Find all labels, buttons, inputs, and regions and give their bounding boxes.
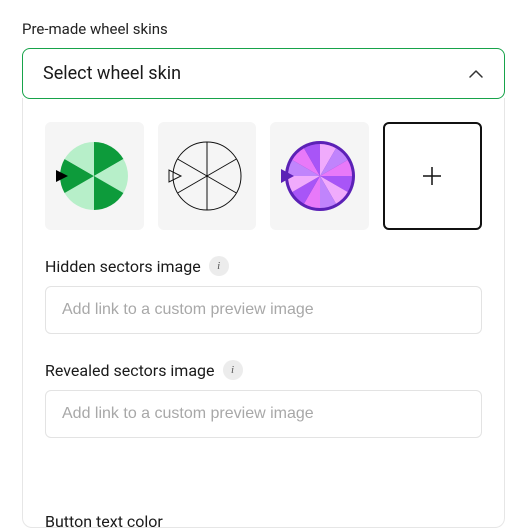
wheel-skin-option-purple[interactable]	[270, 122, 369, 230]
info-icon[interactable]: i	[223, 360, 243, 380]
hidden-sectors-input[interactable]	[45, 286, 482, 334]
wheel-skin-panel: Hidden sectors image i Revealed sectors …	[22, 98, 505, 528]
wheel-skin-option-green[interactable]	[45, 122, 144, 230]
select-wheel-skin-text: Select wheel skin	[43, 63, 181, 84]
select-wheel-skin-dropdown[interactable]: Select wheel skin	[22, 48, 505, 99]
wheel-skin-option-outline[interactable]	[158, 122, 257, 230]
info-icon[interactable]: i	[209, 256, 229, 276]
revealed-sectors-label: Revealed sectors image	[45, 361, 215, 380]
revealed-sectors-input[interactable]	[45, 390, 482, 438]
chevron-up-icon	[468, 64, 484, 83]
hidden-sectors-label: Hidden sectors image	[45, 257, 201, 276]
add-skin-button[interactable]	[383, 122, 482, 230]
wheel-purple-icon	[280, 136, 360, 216]
wheel-outline-icon	[167, 136, 247, 216]
button-text-color-label: Button text color	[45, 512, 163, 528]
wheel-green-icon	[54, 136, 134, 216]
skins-row	[45, 122, 482, 230]
plus-icon	[421, 165, 443, 187]
premade-skins-label: Pre-made wheel skins	[22, 20, 505, 38]
revealed-sectors-group: Revealed sectors image i	[45, 360, 482, 438]
hidden-sectors-group: Hidden sectors image i	[45, 256, 482, 334]
